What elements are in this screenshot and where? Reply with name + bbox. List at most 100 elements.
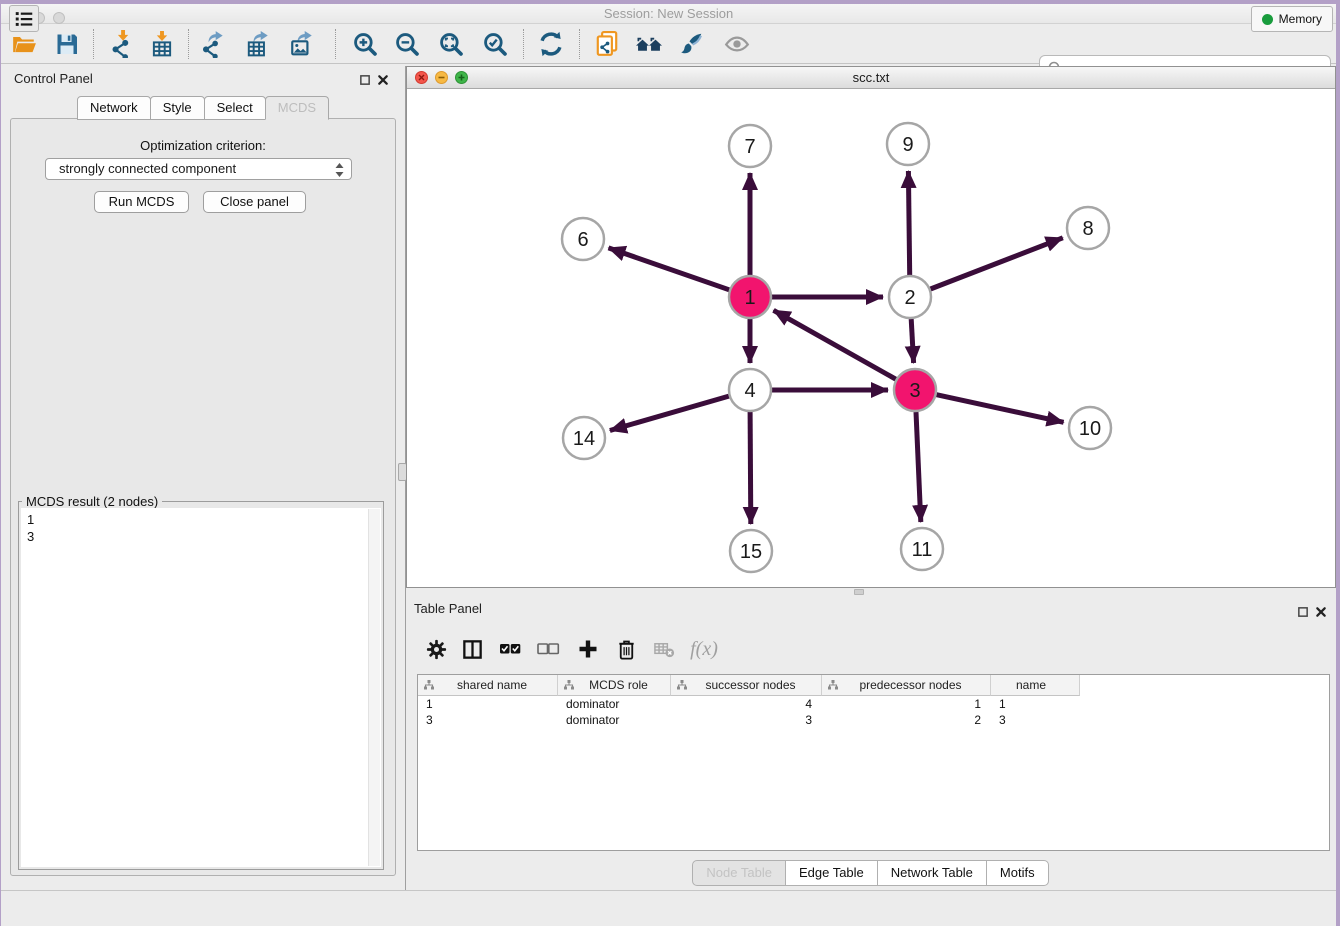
svg-text:6: 6 — [577, 229, 588, 251]
control-panel-tabs: NetworkStyleSelectMCDS — [78, 96, 329, 120]
graph-edge-3-10[interactable] — [937, 395, 1064, 423]
float-panel-icon[interactable] — [358, 73, 372, 87]
graph-edge-2-3[interactable] — [911, 319, 913, 363]
zoom-selected-icon[interactable] — [479, 28, 511, 60]
table-panel-title: Table Panel — [414, 601, 482, 616]
criterion-value: strongly connected component — [59, 161, 236, 176]
graph-edge-4-15[interactable] — [750, 412, 751, 524]
table-row[interactable]: 1dominator411 — [418, 696, 1329, 712]
close-view-icon[interactable] — [415, 71, 428, 84]
graph-edge-2-9[interactable] — [908, 171, 909, 275]
memory-button[interactable]: Memory — [1251, 6, 1333, 32]
close-panel-button[interactable]: Close panel — [203, 191, 306, 213]
close-panel-icon[interactable] — [376, 73, 390, 87]
svg-text:1: 1 — [744, 287, 755, 309]
result-scrollbar[interactable] — [368, 509, 380, 866]
svg-text:15: 15 — [740, 541, 762, 563]
first-neighbors-icon[interactable] — [633, 28, 665, 60]
open-file-icon[interactable] — [8, 28, 40, 60]
tab-network[interactable]: Network — [77, 96, 151, 120]
zoom-in-icon[interactable] — [349, 28, 381, 60]
import-table-icon[interactable] — [146, 28, 178, 60]
delete-table-icon[interactable] — [650, 635, 678, 663]
zoom-fit-icon[interactable] — [435, 28, 467, 60]
run-mcds-button[interactable]: Run MCDS — [94, 191, 189, 213]
graph-node-1[interactable]: 1 — [729, 276, 771, 318]
minimize-view-icon[interactable] — [435, 71, 448, 84]
graph-edge-1-6[interactable] — [609, 248, 730, 290]
network-window-titlebar[interactable]: scc.txt — [407, 67, 1335, 89]
task-history-button[interactable] — [9, 5, 39, 32]
graph-node-15[interactable]: 15 — [730, 530, 772, 572]
add-icon[interactable] — [574, 635, 602, 663]
style-brush-icon[interactable] — [675, 28, 707, 60]
gear-icon[interactable] — [422, 635, 450, 663]
graph-edge-3-11[interactable] — [916, 412, 921, 522]
svg-text:11: 11 — [912, 539, 933, 561]
graph-node-10[interactable]: 10 — [1069, 407, 1111, 449]
select-all-icon[interactable] — [496, 635, 524, 663]
table-tabs: Node TableEdge TableNetwork TableMotifs — [406, 860, 1336, 886]
criterion-select[interactable]: strongly connected component — [45, 158, 352, 180]
columns-icon[interactable] — [458, 635, 486, 663]
tab-network-table[interactable]: Network Table — [877, 860, 987, 886]
tab-mcds[interactable]: MCDS — [265, 96, 329, 120]
export-image-icon[interactable] — [286, 28, 318, 60]
table-panel: Table Panel f(x) shared nameMCDS rolesuc… — [406, 597, 1336, 888]
column-header-MCDS-role[interactable]: MCDS role — [558, 675, 671, 696]
tab-style[interactable]: Style — [150, 96, 205, 120]
table-cell: 3 — [671, 712, 822, 728]
delete-icon[interactable] — [612, 635, 640, 663]
tab-motifs[interactable]: Motifs — [986, 860, 1049, 886]
select-stepper-icon — [334, 162, 345, 184]
show-hide-icon[interactable] — [721, 28, 753, 60]
horizontal-splitter-handle[interactable] — [854, 589, 864, 595]
toolbar-separator — [579, 29, 580, 59]
maximize-view-icon[interactable] — [455, 71, 468, 84]
save-session-icon[interactable] — [51, 28, 83, 60]
table-cell: 1 — [822, 696, 991, 712]
column-header-successor-nodes[interactable]: successor nodes — [671, 675, 822, 696]
table-row[interactable]: 3dominator323 — [418, 712, 1329, 728]
zoom-window-icon[interactable] — [53, 12, 65, 24]
graph-node-7[interactable]: 7 — [729, 125, 771, 167]
export-network-icon[interactable] — [197, 28, 229, 60]
column-header-shared-name[interactable]: shared name — [418, 675, 558, 696]
svg-text:9: 9 — [902, 134, 913, 156]
column-header-name[interactable]: name — [991, 675, 1080, 696]
refresh-layout-icon[interactable] — [535, 28, 567, 60]
mcds-result-box[interactable]: 1 3 — [21, 508, 381, 867]
status-bar — [1, 890, 1336, 926]
graph-node-4[interactable]: 4 — [729, 369, 771, 411]
graph-node-11[interactable]: 11 — [901, 528, 943, 570]
table-cell: 2 — [822, 712, 991, 728]
graph-node-14[interactable]: 14 — [563, 417, 605, 459]
svg-text:14: 14 — [573, 428, 595, 450]
tab-edge-table[interactable]: Edge Table — [785, 860, 878, 886]
graph-edge-3-1[interactable] — [774, 310, 896, 379]
close-table-panel-icon[interactable] — [1314, 605, 1328, 619]
column-header-predecessor-nodes[interactable]: predecessor nodes — [822, 675, 991, 696]
graph-node-8[interactable]: 8 — [1067, 207, 1109, 249]
import-network-icon[interactable] — [106, 28, 138, 60]
clone-network-icon[interactable] — [591, 28, 623, 60]
float-table-panel-icon[interactable] — [1296, 605, 1310, 619]
tab-select[interactable]: Select — [204, 96, 266, 120]
graph-node-3[interactable]: 3 — [894, 369, 936, 411]
graph-edge-2-8[interactable] — [931, 238, 1063, 289]
table-cell: dominator — [558, 712, 671, 728]
graph-node-9[interactable]: 9 — [887, 123, 929, 165]
deselect-all-icon[interactable] — [534, 635, 562, 663]
network-view-window: scc.txt 7 9 6 8 1 2 4 3 14 10 15 11 — [406, 66, 1336, 588]
export-table-icon[interactable] — [242, 28, 274, 60]
graph-node-2[interactable]: 2 — [889, 276, 931, 318]
graph-node-6[interactable]: 6 — [562, 218, 604, 260]
tab-node-table[interactable]: Node Table — [692, 860, 786, 886]
hierarchy-icon — [563, 679, 575, 691]
function-builder-icon[interactable]: f(x) — [690, 635, 718, 663]
zoom-out-icon[interactable] — [391, 28, 423, 60]
optimization-criterion-label: Optimization criterion: — [10, 138, 396, 153]
table-cell: 1 — [418, 696, 558, 712]
network-view-title: scc.txt — [853, 70, 890, 85]
graph-edge-4-14[interactable] — [610, 396, 729, 430]
